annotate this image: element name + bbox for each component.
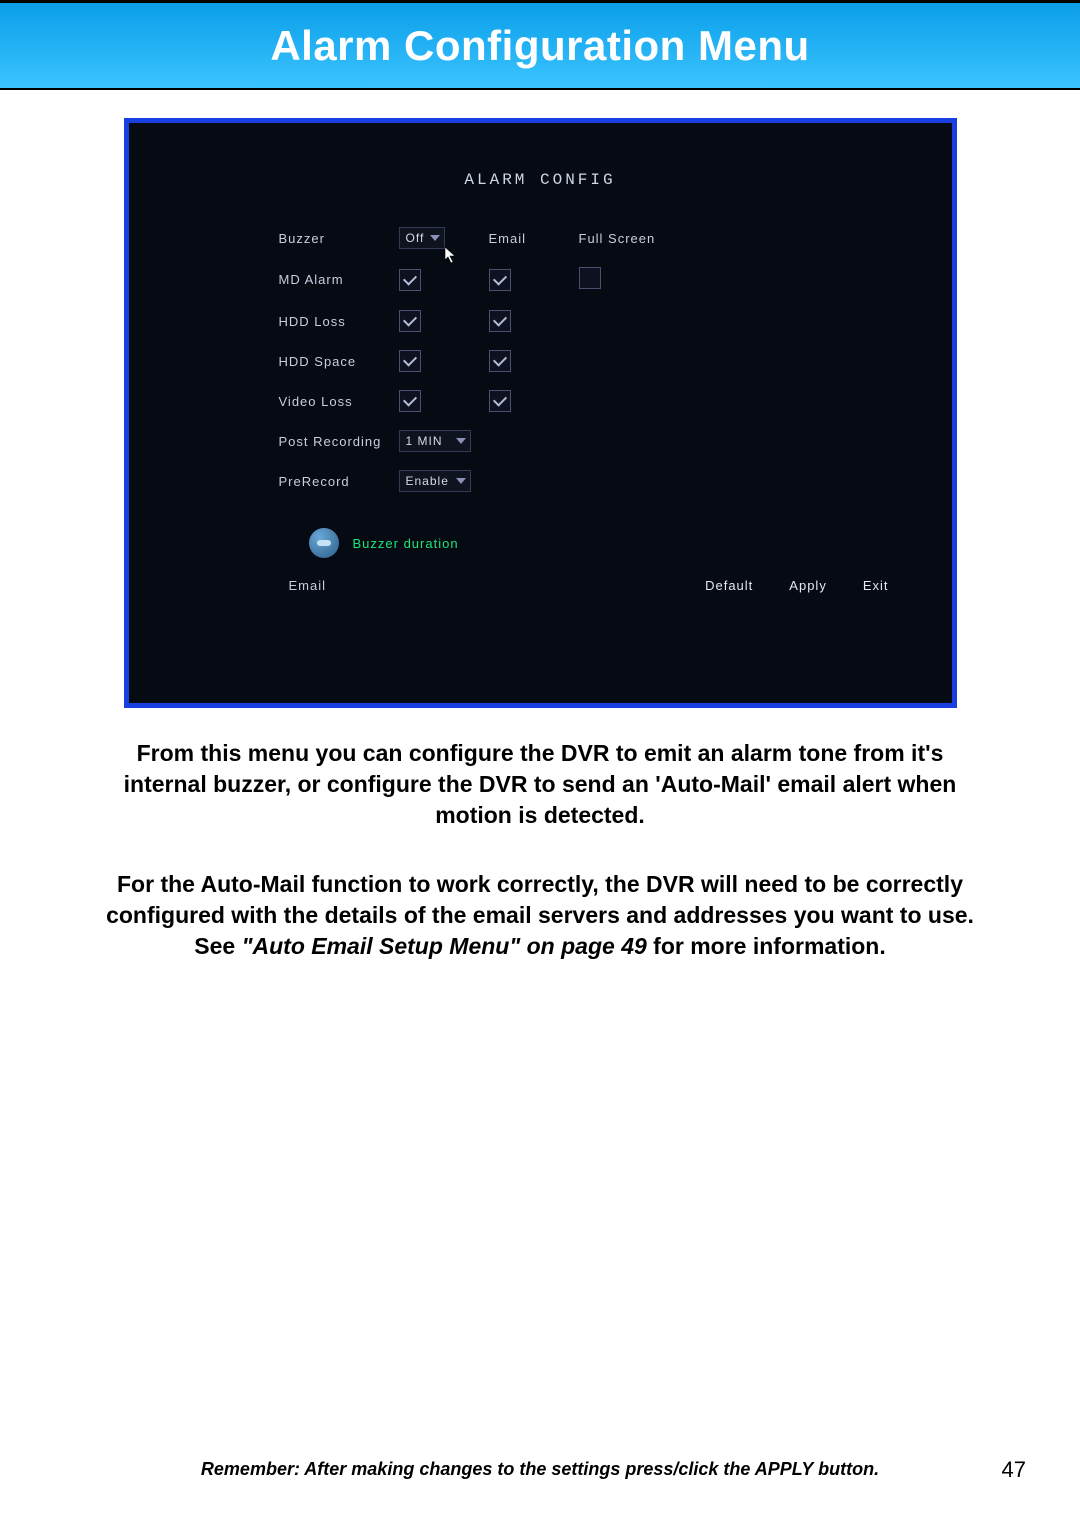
page-header-bar: Alarm Configuration Menu [0, 0, 1080, 90]
description-paragraph-1: From this menu you can configure the DVR… [100, 738, 980, 831]
apply-button[interactable]: Apply [789, 578, 827, 593]
default-button[interactable]: Default [705, 578, 753, 593]
md-alarm-email-checkbox[interactable] [489, 269, 511, 291]
dvr-bottom-row: Email Default Apply Exit [289, 578, 889, 593]
prerecord-dropdown[interactable]: Enable [399, 470, 489, 492]
chevron-down-icon [430, 235, 440, 241]
page-number: 47 [1002, 1457, 1026, 1483]
row-label-post-recording: Post Recording [279, 434, 399, 449]
video-loss-email-checkbox[interactable] [489, 390, 511, 412]
row-label-video-loss: Video Loss [279, 394, 399, 409]
exit-button[interactable]: Exit [863, 578, 889, 593]
check-icon [492, 313, 506, 327]
prerecord-value: Enable [406, 474, 449, 488]
page-footer: Remember: After making changes to the se… [0, 1459, 1080, 1480]
cross-reference: "Auto Email Setup Menu" on page 49 [242, 933, 647, 959]
chevron-down-icon [456, 438, 466, 444]
dvr-screenshot: ALARM CONFIG Buzzer Off Email Full Scree… [124, 118, 957, 708]
row-label-hdd-space: HDD Space [279, 354, 399, 369]
check-icon [402, 353, 416, 367]
check-icon [492, 393, 506, 407]
description-paragraph-2: For the Auto-Mail function to work corre… [100, 869, 980, 962]
check-icon [402, 393, 416, 407]
check-icon [492, 271, 506, 285]
footer-reminder: Remember: After making changes to the se… [201, 1459, 879, 1480]
check-icon [402, 271, 416, 285]
p2-part-c: for more information. [647, 933, 886, 959]
col-header-buzzer: Buzzer [279, 231, 399, 246]
md-alarm-buzzer-checkbox[interactable] [399, 269, 421, 291]
video-loss-buzzer-checkbox[interactable] [399, 390, 421, 412]
buzzer-icon [309, 528, 339, 558]
col-header-fullscreen: Full Screen [579, 231, 689, 246]
row-label-prerecord: PreRecord [279, 474, 399, 489]
row-label-hdd-loss: HDD Loss [279, 314, 399, 329]
post-recording-value: 1 MIN [406, 434, 443, 448]
alarm-config-grid: Buzzer Off Email Full Screen MD Alarm HD… [279, 227, 952, 492]
buzzer-duration-link[interactable]: Buzzer duration [309, 528, 952, 558]
cursor-icon [444, 246, 458, 264]
hdd-loss-email-checkbox[interactable] [489, 310, 511, 332]
check-icon [402, 313, 416, 327]
col-header-email: Email [489, 231, 579, 246]
buzzer-dropdown[interactable]: Off [399, 227, 489, 249]
check-icon [492, 353, 506, 367]
chevron-down-icon [456, 478, 466, 484]
hdd-loss-buzzer-checkbox[interactable] [399, 310, 421, 332]
hdd-space-buzzer-checkbox[interactable] [399, 350, 421, 372]
md-alarm-fullscreen-checkbox[interactable] [579, 267, 601, 289]
post-recording-dropdown[interactable]: 1 MIN [399, 430, 489, 452]
email-link[interactable]: Email [289, 578, 327, 593]
page-title: Alarm Configuration Menu [270, 22, 809, 70]
row-label-md-alarm: MD Alarm [279, 272, 399, 287]
hdd-space-email-checkbox[interactable] [489, 350, 511, 372]
buzzer-dropdown-value: Off [406, 231, 425, 245]
dvr-window-title: ALARM CONFIG [129, 171, 952, 189]
buzzer-duration-label: Buzzer duration [353, 536, 459, 551]
